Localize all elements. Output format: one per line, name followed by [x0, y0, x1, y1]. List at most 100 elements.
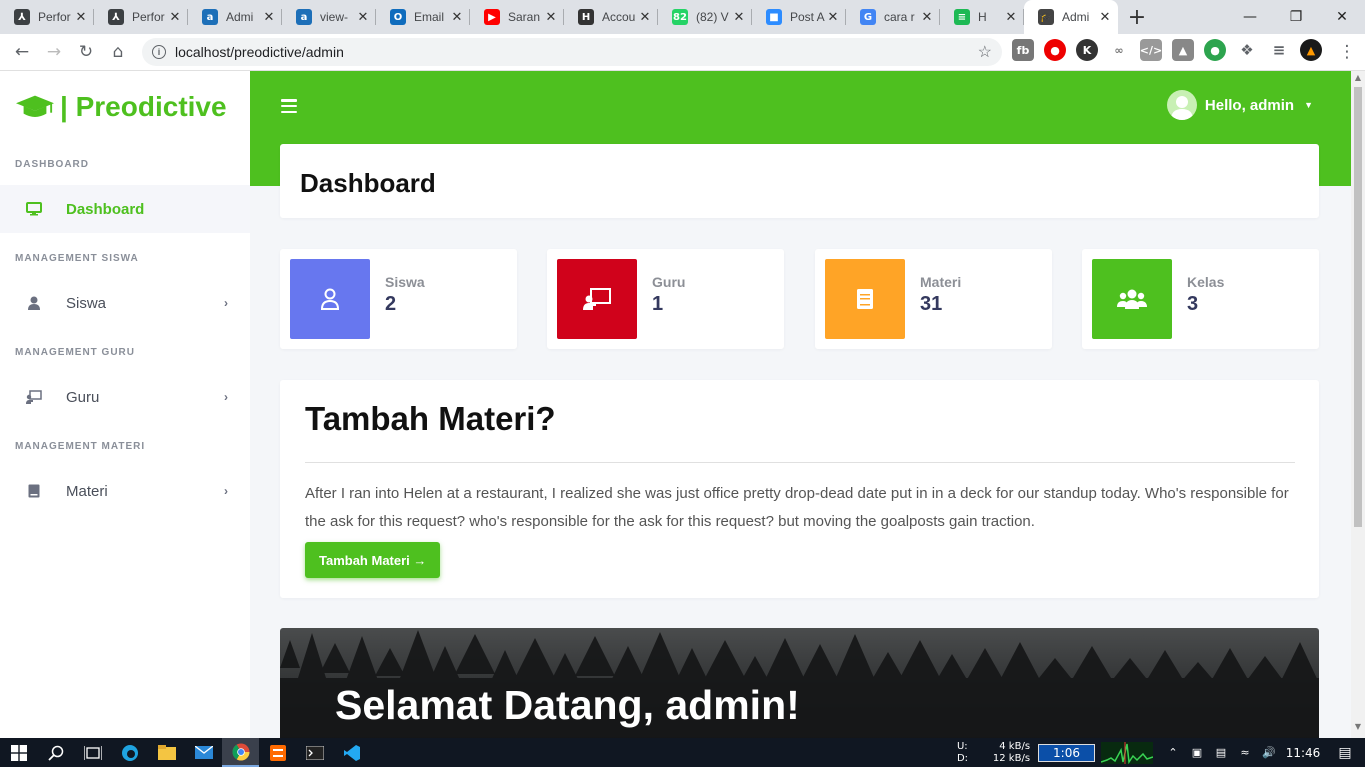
tab-favicon-icon: a: [202, 9, 218, 25]
windows-start-icon[interactable]: [0, 738, 37, 767]
extension-code-icon[interactable]: </>: [1140, 39, 1162, 61]
tray-expand-icon[interactable]: ⌃: [1161, 746, 1185, 759]
tab-close-icon[interactable]: ✕: [638, 10, 652, 25]
scroll-down-icon[interactable]: ▼: [1351, 722, 1365, 736]
monitor-icon: [26, 201, 42, 217]
sidebar-item-dashboard[interactable]: Dashboard: [0, 185, 250, 233]
extension-cycle-icon[interactable]: ∞: [1108, 39, 1130, 61]
section-materi: MANAGEMENT MATERI: [15, 441, 146, 452]
scrollbar-thumb[interactable]: [1354, 87, 1362, 527]
reload-icon[interactable]: ↻: [70, 36, 102, 68]
new-tab-icon[interactable]: +: [1122, 0, 1152, 34]
address-bar[interactable]: i localhost/preodictive/admin ☆: [142, 38, 1002, 66]
tab-close-icon[interactable]: ✕: [920, 10, 934, 25]
page-title: Dashboard: [300, 168, 436, 198]
terminal-icon[interactable]: [296, 738, 333, 767]
stat-card-siswa[interactable]: Siswa 2: [280, 249, 517, 349]
extension-fb-icon[interactable]: fb: [1012, 39, 1034, 61]
stat-card-kelas[interactable]: Kelas 3: [1082, 249, 1319, 349]
page-scrollbar[interactable]: ▲ ▼: [1351, 71, 1365, 738]
section-guru: MANAGEMENT GURU: [15, 347, 135, 358]
battery-icon[interactable]: ▤: [1209, 746, 1233, 759]
stat-value: 31: [920, 293, 943, 315]
timer-display[interactable]: 1:06: [1038, 743, 1095, 762]
close-window-icon[interactable]: ✕: [1319, 0, 1365, 34]
extension-adblock-icon[interactable]: ●: [1044, 39, 1066, 61]
tab-close-icon[interactable]: ✕: [544, 10, 558, 25]
bookmark-star-icon[interactable]: ☆: [978, 42, 992, 62]
browser-tab[interactable]: 🎓 Admi ✕: [1024, 0, 1118, 34]
site-info-icon[interactable]: i: [152, 45, 166, 59]
extension-image-icon[interactable]: ▲: [1172, 39, 1194, 61]
netspeed-labels: U: D:: [957, 741, 968, 765]
tab-close-icon[interactable]: ✕: [356, 10, 370, 25]
task-view-icon[interactable]: [74, 738, 111, 767]
sublime-icon[interactable]: [259, 738, 296, 767]
browser-tab[interactable]: ⅄ Perfor ✕: [0, 0, 94, 34]
url-text: localhost/preodictive/admin: [175, 44, 344, 60]
minimize-icon[interactable]: —: [1227, 0, 1273, 34]
scroll-up-icon[interactable]: ▲: [1351, 73, 1365, 87]
tab-favicon-icon: a: [296, 9, 312, 25]
sidebar-item-materi[interactable]: Materi ›: [0, 467, 250, 515]
wifi-icon[interactable]: ≈: [1233, 746, 1257, 759]
volume-icon[interactable]: 🔊: [1257, 746, 1281, 759]
vscode-icon[interactable]: [333, 738, 370, 767]
divider: [305, 462, 1295, 463]
tab-close-icon[interactable]: ✕: [450, 10, 464, 25]
tab-close-icon[interactable]: ✕: [262, 10, 276, 25]
device-icon[interactable]: ▣: [1185, 746, 1209, 759]
browser-tab[interactable]: ■ Post A ✕: [752, 0, 846, 34]
mail-icon[interactable]: [185, 738, 222, 767]
stat-label: Materi: [920, 274, 962, 290]
profile-avatar-icon[interactable]: ▲: [1300, 39, 1322, 61]
browser-tab[interactable]: a view- ✕: [282, 0, 376, 34]
chrome-taskbar-icon[interactable]: [222, 738, 259, 767]
sidebar-item-label: Dashboard: [66, 200, 145, 218]
tab-close-icon[interactable]: ✕: [1004, 10, 1018, 25]
sidebar-item-siswa[interactable]: Siswa ›: [0, 279, 250, 327]
tab-close-icon[interactable]: ✕: [732, 10, 746, 25]
chrome-menu-icon[interactable]: ⋮: [1331, 36, 1363, 68]
browser-tab[interactable]: ≡ H ✕: [940, 0, 1024, 34]
browser-tab[interactable]: a Admi ✕: [188, 0, 282, 34]
back-icon[interactable]: ←: [6, 36, 38, 68]
stat-icon-box: [1092, 259, 1172, 339]
tab-close-icon[interactable]: ✕: [826, 10, 840, 25]
extension-k-icon[interactable]: K: [1076, 39, 1098, 61]
welcome-title: Selamat Datang, admin!: [335, 682, 800, 728]
tambah-materi-button[interactable]: Tambah Materi →: [305, 542, 441, 578]
upload-speed: 4 kB/s: [999, 740, 1031, 752]
browser-tab[interactable]: ▶ Saran ✕: [470, 0, 564, 34]
home-icon[interactable]: ⌂: [102, 36, 134, 68]
extensions-puzzle-icon[interactable]: ❖: [1236, 39, 1258, 61]
browser-tab[interactable]: ⅄ Perfor ✕: [94, 0, 188, 34]
search-icon[interactable]: [37, 738, 74, 767]
stat-card-guru[interactable]: Guru 1: [547, 249, 784, 349]
tab-close-icon[interactable]: ✕: [168, 10, 182, 25]
stat-card-materi[interactable]: Materi 31: [815, 249, 1052, 349]
browser-tab[interactable]: O Email ✕: [376, 0, 470, 34]
user-menu[interactable]: Hello, admin ▼: [1166, 90, 1313, 120]
notifications-icon[interactable]: ▤: [1325, 745, 1365, 761]
clock-time[interactable]: 11:46: [1281, 746, 1325, 760]
extension-green-icon[interactable]: ●: [1204, 39, 1226, 61]
edge-icon[interactable]: [111, 738, 148, 767]
sidebar-item-guru[interactable]: Guru ›: [0, 373, 250, 421]
browser-tab[interactable]: H Accou ✕: [564, 0, 658, 34]
tab-close-icon[interactable]: ✕: [1098, 10, 1112, 25]
brand-logo[interactable]: | Preodictive: [16, 91, 227, 123]
forward-icon[interactable]: →: [38, 36, 70, 68]
stat-value: 2: [385, 293, 397, 315]
browser-tab[interactable]: Gcara r ✕: [846, 0, 940, 34]
tambah-materi-title: Tambah Materi?: [305, 400, 556, 437]
tab-close-icon[interactable]: ✕: [74, 10, 88, 25]
restore-icon[interactable]: ❐: [1273, 0, 1319, 34]
download-speed: 12 kB/s: [992, 752, 1031, 764]
tab-favicon-icon: ≡: [954, 9, 970, 25]
reading-list-icon[interactable]: ≡: [1268, 39, 1290, 61]
file-explorer-icon[interactable]: [148, 738, 185, 767]
browser-tab[interactable]: 82 (82) V ✕: [658, 0, 752, 34]
hamburger-menu-icon[interactable]: [281, 99, 297, 113]
chalkboard-teacher-icon: [583, 288, 611, 310]
